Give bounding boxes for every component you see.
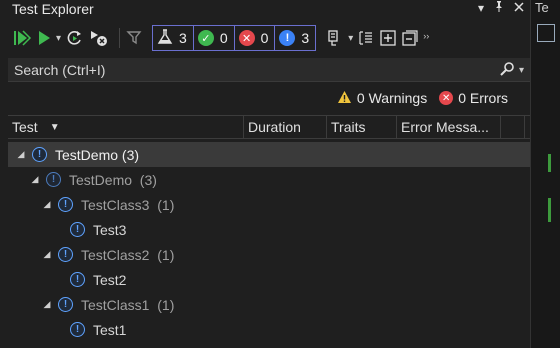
toolbar-separator — [119, 28, 121, 48]
not-run-status-icon: ! — [70, 322, 85, 337]
column-header-test-label: Test — [12, 119, 38, 135]
collapse-caret-icon[interactable]: ◢ — [42, 199, 52, 210]
close-icon[interactable] — [514, 0, 524, 16]
pin-icon[interactable] — [494, 0, 504, 16]
warning-icon — [337, 90, 352, 107]
collapse-caret-icon[interactable]: ◢ — [42, 249, 52, 260]
collapse-caret-icon[interactable]: ◢ — [16, 149, 26, 160]
tree-row-label: TestDemo (3) — [69, 171, 157, 188]
test-counters: 3 ✓ 0 ✕ 0 ! 3 — [152, 25, 317, 51]
tree-row-label: TestClass3 (1) — [81, 196, 175, 213]
not-run-status-icon: ! — [58, 197, 73, 212]
column-header-duration-label: Duration — [248, 119, 301, 135]
toolbar: ▾ 3 ✓ 0 ✕ 0 ! 3 ▾ ›› — [0, 22, 530, 54]
test-explorer-panel: Test Explorer ▾ ▾ 3 ✓ 0 ✕ 0 ! 3 ▾ ›› Sea… — [0, 0, 530, 348]
passed-check-icon: ✓ — [197, 30, 214, 46]
test-tree: ◢ ! TestDemo (3) ◢ ! TestDemo (3) ◢ ! Te… — [8, 142, 530, 342]
column-header-duration[interactable]: Duration — [244, 116, 327, 138]
build-summary: 0 Warnings ✕ 0 Errors — [331, 87, 508, 109]
column-header-traits[interactable]: Traits — [327, 116, 397, 138]
collapse-caret-icon[interactable]: ◢ — [42, 299, 52, 310]
tree-row-test[interactable]: ! Test3 — [8, 217, 530, 242]
not-run-count: 3 — [301, 30, 310, 46]
not-run-status-icon: ! — [46, 172, 61, 187]
tree-row-class[interactable]: ◢ ! TestClass2 (1) — [8, 242, 530, 267]
title-bar: Test Explorer ▾ — [0, 0, 530, 18]
tree-row-project[interactable]: ◢ ! TestDemo (3) — [8, 167, 530, 192]
adjacent-tab-label[interactable]: Te — [535, 0, 549, 15]
column-header-error-message-label: Error Messa... — [401, 119, 489, 135]
errors-summary[interactable]: ✕ 0 Errors — [439, 90, 508, 106]
tree-row-class[interactable]: ◢ ! TestClass3 (1) — [8, 192, 530, 217]
failed-count: 0 — [260, 30, 269, 46]
playlist-dropdown-icon[interactable]: ▾ — [348, 26, 353, 50]
change-marker — [548, 154, 551, 172]
run-dropdown-icon[interactable]: ▾ — [56, 26, 61, 50]
group-by-icon[interactable] — [357, 26, 375, 50]
not-run-status-icon: ! — [32, 147, 47, 162]
title-actions: ▾ — [478, 0, 524, 16]
tree-row-class[interactable]: ◢ ! TestClass1 (1) — [8, 292, 530, 317]
expand-all-icon[interactable] — [379, 26, 397, 50]
error-icon: ✕ — [439, 91, 454, 105]
tree-row-label: TestClass1 (1) — [81, 296, 175, 313]
tree-row-label: Test3 — [93, 221, 127, 238]
not-run-status-icon: ! — [70, 222, 85, 237]
not-run-tests-counter[interactable]: ! 3 — [275, 26, 315, 50]
passed-count: 0 — [219, 30, 228, 46]
not-run-status-icon: ! — [70, 272, 85, 287]
total-tests-counter[interactable]: 3 — [153, 26, 194, 50]
window-title: Test Explorer — [12, 1, 94, 17]
tree-row-test[interactable]: ! Test1 — [8, 317, 530, 342]
adjacent-tool-window: Te — [530, 0, 560, 348]
passed-tests-counter[interactable]: ✓ 0 — [194, 26, 235, 50]
tree-row-label: Test1 — [93, 321, 127, 338]
failed-tests-counter[interactable]: ✕ 0 — [235, 26, 276, 50]
column-header-error-message[interactable]: Error Messa... — [397, 116, 501, 138]
column-header-test[interactable]: Test ▼ — [8, 116, 244, 138]
tree-row-label: TestDemo (3) — [55, 146, 140, 163]
failed-x-icon: ✕ — [238, 30, 255, 46]
flask-icon — [157, 28, 173, 48]
sort-dropdown-icon[interactable]: ▼ — [50, 122, 60, 133]
window-options-dropdown-icon[interactable]: ▾ — [478, 0, 484, 16]
warnings-summary[interactable]: 0 Warnings — [337, 90, 427, 107]
adjacent-window-icon[interactable] — [537, 24, 555, 42]
change-marker — [548, 198, 551, 222]
search-bar[interactable]: Search (Ctrl+I) ▾ — [8, 58, 530, 82]
cancel-run-icon[interactable] — [89, 26, 109, 50]
collapse-all-icon[interactable] — [401, 26, 419, 50]
tree-row-label: TestClass2 (1) — [81, 246, 175, 263]
filter-icon[interactable] — [126, 26, 144, 50]
total-count: 3 — [179, 30, 187, 46]
playlist-icon[interactable] — [326, 26, 344, 50]
column-header-traits-label: Traits — [331, 119, 366, 135]
warnings-count: 0 Warnings — [356, 90, 428, 106]
column-header-row: Test ▼ Duration Traits Error Messa... — [8, 115, 530, 139]
run-all-button[interactable] — [12, 26, 32, 50]
search-options-dropdown-icon[interactable]: ▾ — [519, 65, 524, 76]
not-run-status-icon: ! — [58, 297, 73, 312]
errors-count: 0 Errors — [458, 90, 508, 106]
tree-row-test[interactable]: ! Test2 — [8, 267, 530, 292]
run-button[interactable] — [36, 26, 52, 50]
tree-row-label: Test2 — [93, 271, 127, 288]
search-actions: ▾ — [499, 61, 524, 80]
not-run-status-icon: ! — [58, 247, 73, 262]
search-icon[interactable] — [499, 61, 515, 80]
collapse-caret-icon[interactable]: ◢ — [30, 174, 40, 185]
not-run-info-icon: ! — [279, 30, 296, 46]
repeat-last-run-icon[interactable] — [65, 26, 85, 50]
tree-row-root[interactable]: ◢ ! TestDemo (3) — [8, 142, 530, 167]
column-header-extra[interactable] — [501, 116, 525, 138]
search-input[interactable]: Search (Ctrl+I) — [14, 62, 105, 78]
toolbar-overflow-icon[interactable]: ›› — [423, 24, 429, 48]
